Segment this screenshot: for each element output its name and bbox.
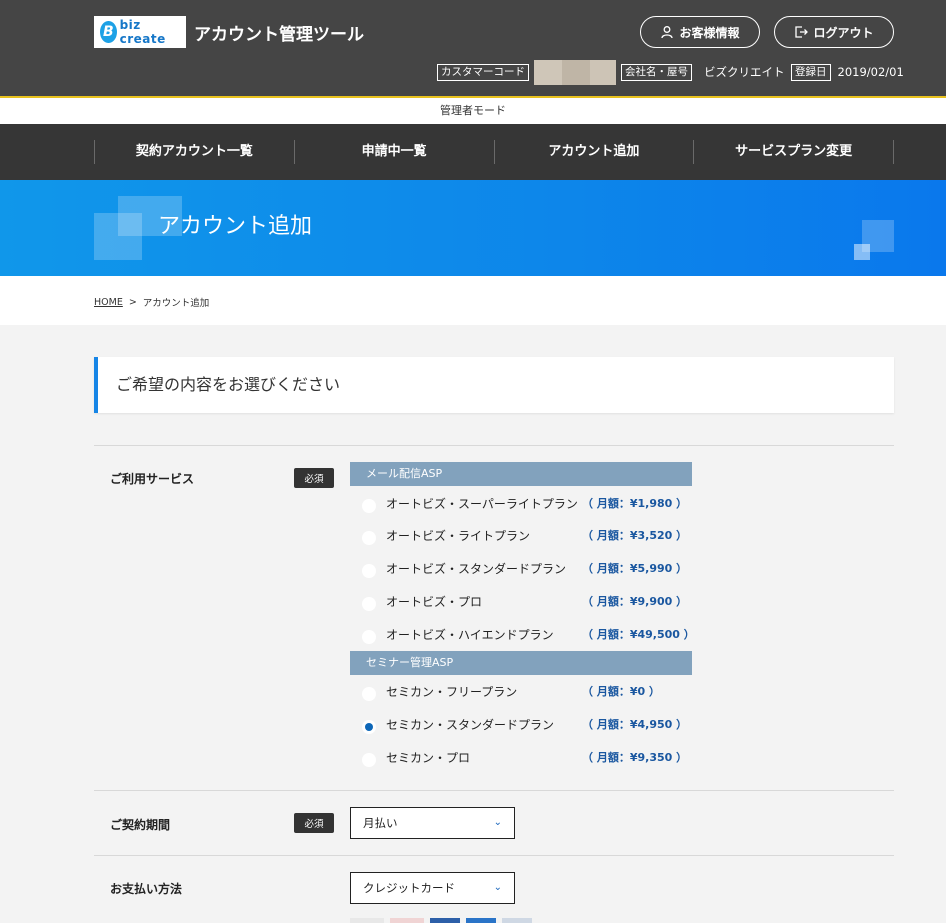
plan-option[interactable]: セミカン・フリープラン （ 月額：¥0 ） <box>362 681 702 701</box>
card-icon <box>390 918 424 923</box>
period-select[interactable]: 月払い ⌄ <box>350 807 515 839</box>
plan-price: （ 月額：¥3,520 ） <box>582 529 688 542</box>
radio-button[interactable] <box>362 630 376 644</box>
radio-button-selected[interactable] <box>362 720 376 734</box>
plan-name: セミカン・フリープラン <box>386 684 518 699</box>
customer-info-button[interactable]: お客様情報 <box>640 16 760 48</box>
company-value: ビズクリエイト <box>704 65 785 79</box>
radio-button[interactable] <box>362 753 376 767</box>
site-header: B biz create アカウント管理ツール お客様情報 ログアウト カスタマ… <box>0 0 946 96</box>
page-hero: アカウント追加 <box>0 180 946 276</box>
customer-code-masked <box>534 59 616 85</box>
plan-name: オートビズ・ライトプラン <box>386 528 531 543</box>
breadcrumb-home-link[interactable]: HOME <box>94 297 123 308</box>
radio-button[interactable] <box>362 531 376 545</box>
customer-code-tag: カスタマーコード <box>437 63 529 81</box>
biz-create-logo[interactable]: B biz create <box>94 16 186 48</box>
plan-option[interactable]: オートビズ・スーパーライトプラン （ 月額：¥1,980 ） <box>362 493 702 513</box>
payment-label: お支払い方法 <box>110 882 183 896</box>
group-header-mail: メール配信ASP <box>350 462 692 486</box>
card-icon <box>502 918 532 923</box>
plan-price: （ 月額：¥9,900 ） <box>582 595 688 608</box>
section-heading: ご希望の内容をお選びください <box>94 357 894 413</box>
global-nav: 契約アカウント一覧 申請中一覧 アカウント追加 サービスプラン変更 <box>0 124 946 180</box>
nav-item-add-account[interactable]: アカウント追加 <box>495 140 695 164</box>
plan-price: （ 月額：¥9,350 ） <box>582 751 688 764</box>
plan-option[interactable]: セミカン・スタンダードプラン （ 月額：¥4,950 ） <box>362 714 702 734</box>
plan-name: セミカン・プロ <box>386 750 471 765</box>
logout-icon <box>795 26 809 38</box>
plan-name: セミカン・スタンダードプラン <box>386 717 555 732</box>
required-badge: 必須 <box>294 468 334 488</box>
logout-label: ログアウト <box>813 25 874 40</box>
app-title: アカウント管理ツール <box>194 25 364 45</box>
nav-item-pending[interactable]: 申請中一覧 <box>295 140 495 164</box>
period-select-value: 月払い <box>363 816 398 830</box>
plan-price: （ 月額：¥4,950 ） <box>582 718 688 731</box>
logo-text: biz create <box>119 18 166 46</box>
company-tag: 会社名・屋号 <box>621 63 692 81</box>
plan-price: （ 月額：¥1,980 ） <box>582 497 688 510</box>
plan-option[interactable]: オートビズ・ライトプラン （ 月額：¥3,520 ） <box>362 525 702 545</box>
nav-item-contract-accounts[interactable]: 契約アカウント一覧 <box>95 140 295 164</box>
hero-decor-square <box>854 244 870 260</box>
payment-select-value: クレジットカード <box>363 881 455 895</box>
breadcrumb-current: アカウント追加 <box>142 298 210 309</box>
customer-code: カスタマーコード <box>437 59 616 85</box>
chevron-down-icon: ⌄ <box>493 882 502 893</box>
registered-tag: 登録日 <box>791 63 831 81</box>
divider <box>94 790 894 791</box>
plan-option[interactable]: オートビズ・ハイエンドプラン （ 月額：¥49,500 ） <box>362 624 702 644</box>
breadcrumb: HOME > アカウント追加 <box>0 276 946 325</box>
user-icon <box>661 26 674 39</box>
company-info: 会社名・屋号 ビズクリエイト <box>621 62 785 82</box>
plan-price: （ 月額：¥49,500 ） <box>582 628 695 641</box>
service-label: ご利用サービス <box>110 472 195 486</box>
card-icon <box>350 918 384 923</box>
page-title: アカウント追加 <box>158 214 313 239</box>
plan-price: （ 月額：¥0 ） <box>582 685 660 698</box>
chevron-down-icon: ⌄ <box>493 817 502 828</box>
period-label: ご契約期間 <box>110 818 171 832</box>
card-brand-icons <box>350 918 590 923</box>
logo-mark: B <box>100 21 117 43</box>
nav-item-plan-change[interactable]: サービスプラン変更 <box>694 140 894 164</box>
plan-name: オートビズ・スーパーライトプラン <box>386 496 578 511</box>
plan-name: オートビズ・スタンダードプラン <box>386 561 567 576</box>
plan-name: オートビズ・プロ <box>386 594 483 609</box>
radio-button[interactable] <box>362 499 376 513</box>
radio-button[interactable] <box>362 597 376 611</box>
registered-value: 2019/02/01 <box>837 65 904 79</box>
customer-info-label: お客様情報 <box>679 25 740 40</box>
plan-name: オートビズ・ハイエンドプラン <box>386 627 554 642</box>
plan-price: （ 月額：¥5,990 ） <box>582 562 688 575</box>
plan-option[interactable]: オートビズ・プロ （ 月額：¥9,900 ） <box>362 591 702 611</box>
breadcrumb-separator: > <box>128 296 137 308</box>
required-badge: 必須 <box>294 813 334 833</box>
registered-date: 登録日 2019/02/01 <box>791 62 904 82</box>
group-header-seminar: セミナー管理ASP <box>350 651 692 675</box>
plan-option[interactable]: オートビズ・スタンダードプラン （ 月額：¥5,990 ） <box>362 558 702 578</box>
divider <box>94 445 894 446</box>
admin-mode-bar: 管理者モード <box>0 96 946 124</box>
radio-button[interactable] <box>362 564 376 578</box>
radio-button[interactable] <box>362 687 376 701</box>
logout-button[interactable]: ログアウト <box>774 16 894 48</box>
card-icon <box>466 918 496 923</box>
divider <box>94 855 894 856</box>
payment-select[interactable]: クレジットカード ⌄ <box>350 872 515 904</box>
card-icon <box>430 918 460 923</box>
plan-option[interactable]: セミカン・プロ （ 月額：¥9,350 ） <box>362 747 702 767</box>
